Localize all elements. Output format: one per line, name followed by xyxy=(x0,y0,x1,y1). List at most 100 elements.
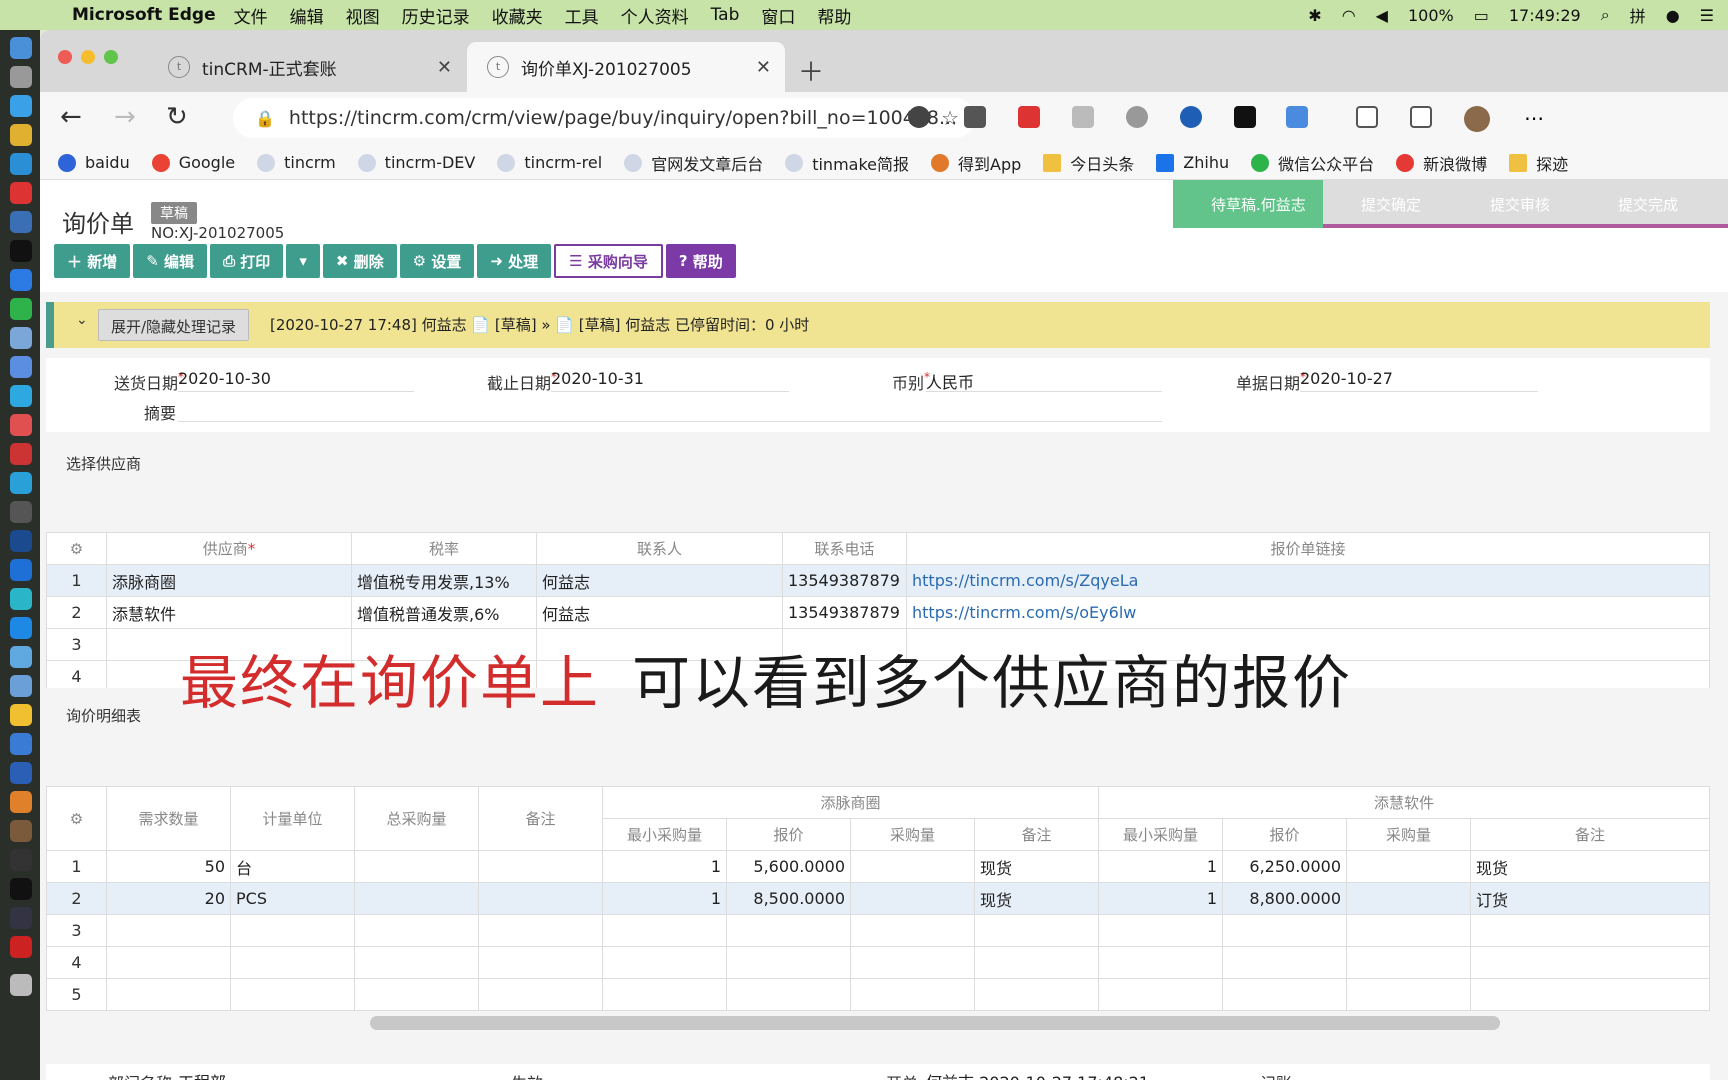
safari-icon[interactable] xyxy=(10,95,32,117)
minimize-window-button[interactable] xyxy=(81,50,95,64)
effective-field[interactable] xyxy=(551,1064,789,1080)
app-icon[interactable] xyxy=(10,588,32,610)
table-row[interactable]: 4 xyxy=(46,946,1710,979)
summary-field[interactable] xyxy=(178,394,1162,422)
terminal-icon[interactable] xyxy=(10,878,32,900)
photoshop-icon[interactable] xyxy=(10,530,32,552)
menu-item[interactable]: 收藏夹 xyxy=(492,3,543,28)
horizontal-scrollbar[interactable] xyxy=(370,1016,1500,1030)
menu-item[interactable]: 帮助 xyxy=(817,3,851,28)
app-icon[interactable] xyxy=(10,211,32,233)
bookmark-folder[interactable]: 探迹 xyxy=(1509,151,1568,175)
bill-date-field[interactable]: 2020-10-27 xyxy=(1300,364,1538,392)
extension-icon[interactable] xyxy=(1234,106,1256,128)
app-name[interactable]: Microsoft Edge xyxy=(72,5,216,25)
delete-button[interactable]: ✖ 删除 xyxy=(322,244,397,278)
app-icon[interactable] xyxy=(10,907,32,929)
bookmark[interactable]: Zhihu xyxy=(1156,153,1229,172)
new-tab-icon[interactable]: ＋ xyxy=(798,52,824,89)
chevron-down-icon[interactable]: ⌄ xyxy=(76,312,88,328)
collections-icon[interactable] xyxy=(1410,106,1432,128)
browser-tab-active[interactable]: t 询价单XJ-201027005 ✕ xyxy=(467,42,785,92)
opener-field[interactable]: 何益志 2020-10-27 17:48:21 xyxy=(926,1064,1162,1080)
reload-icon[interactable]: ↻ xyxy=(166,102,188,132)
table-row[interactable]: 3 xyxy=(46,914,1710,947)
app-icon[interactable] xyxy=(10,675,32,697)
app-icon[interactable] xyxy=(10,472,32,494)
delivery-date-field[interactable]: 2020-10-30 xyxy=(178,364,414,392)
help-button[interactable]: ? 帮助 xyxy=(665,244,736,278)
wechat-icon[interactable] xyxy=(10,298,32,320)
gear-icon[interactable]: ⚙ xyxy=(46,532,107,565)
launchpad-icon[interactable] xyxy=(10,66,32,88)
battery-icon[interactable]: ▭ xyxy=(1474,6,1489,25)
account-field[interactable] xyxy=(1300,1064,1538,1080)
gmail-icon[interactable] xyxy=(10,443,32,465)
bookmark[interactable]: baidu xyxy=(58,153,130,172)
finder-icon[interactable] xyxy=(10,37,32,59)
menu-item[interactable]: 工具 xyxy=(565,3,599,28)
browser-tab[interactable]: t tinCRM-正式套账 ✕ xyxy=(148,42,466,92)
toggle-log-button[interactable]: 展开/隐藏处理记录 xyxy=(98,309,250,341)
menu-item[interactable]: 视图 xyxy=(346,3,380,28)
play-icon[interactable] xyxy=(1072,106,1094,128)
extension-icon[interactable] xyxy=(1018,106,1040,128)
menu-item[interactable]: 编辑 xyxy=(290,3,324,28)
step-submit-complete[interactable]: 提交完成 xyxy=(1580,180,1728,228)
app-icon[interactable] xyxy=(10,733,32,755)
step-draft[interactable]: 待草稿.何益志 xyxy=(1173,180,1325,228)
wifi-icon[interactable]: ◠ xyxy=(1342,6,1356,25)
app-icon[interactable] xyxy=(10,269,32,291)
gear-icon[interactable]: ⚙ xyxy=(46,786,107,851)
app-icon[interactable] xyxy=(10,385,32,407)
app-icon[interactable] xyxy=(10,849,32,871)
bookmark[interactable]: 新浪微博 xyxy=(1396,151,1487,175)
table-row[interactable]: 2 添慧软件 增值税普通发票,6% 何益志 13549387879 https://ti… xyxy=(46,596,1710,629)
currency-field[interactable]: 人民币 xyxy=(926,364,1162,392)
filezilla-icon[interactable] xyxy=(10,936,32,958)
table-row[interactable]: 1 50 台 1 5,600.0000 现货 1 6,250.0000 现货 xyxy=(46,850,1710,883)
back-icon[interactable]: ← xyxy=(60,102,82,132)
bookmark[interactable]: tincrm-rel xyxy=(497,153,602,172)
more-icon[interactable]: ⋯ xyxy=(1524,106,1546,130)
app-icon[interactable] xyxy=(10,791,32,813)
word-icon[interactable] xyxy=(10,762,32,784)
bookmark[interactable]: Google xyxy=(151,153,235,172)
bookmark[interactable]: 官网发文章后台 xyxy=(624,151,763,175)
new-button[interactable]: ＋ 新增 xyxy=(54,244,131,278)
app-icon[interactable] xyxy=(10,356,32,378)
translate-icon[interactable] xyxy=(1286,106,1308,128)
menu-item[interactable]: 个人资料 xyxy=(621,3,689,28)
menu-item[interactable]: Tab xyxy=(711,5,740,25)
edge-icon[interactable] xyxy=(10,153,32,175)
step-submit-confirm[interactable]: 提交确定 xyxy=(1323,180,1473,228)
volume-icon[interactable]: ◀ xyxy=(1376,6,1388,25)
avatar[interactable] xyxy=(1464,106,1490,132)
bookmark[interactable]: 得到App xyxy=(931,151,1021,175)
bookmark[interactable]: 微信公众平台 xyxy=(1251,151,1374,175)
bookmark-folder[interactable]: 今日头条 xyxy=(1043,151,1134,175)
user-icon[interactable]: ● xyxy=(1666,6,1680,25)
extension-icon[interactable] xyxy=(908,106,930,128)
print-dropdown-icon[interactable]: ▾ xyxy=(286,244,320,278)
purchase-wizard-button[interactable]: ☰ 采购向导 xyxy=(554,244,663,278)
url-bar[interactable]: 🔒 https://tincrm.com/crm/view/page/buy/i… xyxy=(233,98,975,138)
favorites-icon[interactable] xyxy=(1356,106,1378,128)
xcode-icon[interactable] xyxy=(10,559,32,581)
clock[interactable]: 17:49:29 xyxy=(1509,6,1581,25)
trash-icon[interactable] xyxy=(10,974,32,996)
app-icon[interactable] xyxy=(10,414,32,436)
zoom-window-button[interactable] xyxy=(104,50,118,64)
qq-icon[interactable] xyxy=(10,240,32,262)
favorite-star-icon[interactable]: ☆ xyxy=(941,106,959,130)
quote-link[interactable]: https://tincrm.com/s/ZqyeLa xyxy=(912,571,1138,590)
print-button[interactable]: ⎙ 打印 xyxy=(210,244,284,278)
close-tab-icon[interactable]: ✕ xyxy=(437,57,452,78)
table-row[interactable]: 2 20 PCS 1 8,500.0000 现货 1 8,800.0000 订货 xyxy=(46,882,1710,915)
table-row[interactable]: 5 xyxy=(46,978,1710,1011)
input-method-icon[interactable]: 拼 xyxy=(1630,3,1646,27)
menu-item[interactable]: 文件 xyxy=(234,3,268,28)
edit-button[interactable]: ✎ 编辑 xyxy=(133,244,208,278)
bookmark[interactable]: tincrm-DEV xyxy=(357,153,475,172)
dept-field[interactable]: 工程部 xyxy=(178,1064,414,1080)
